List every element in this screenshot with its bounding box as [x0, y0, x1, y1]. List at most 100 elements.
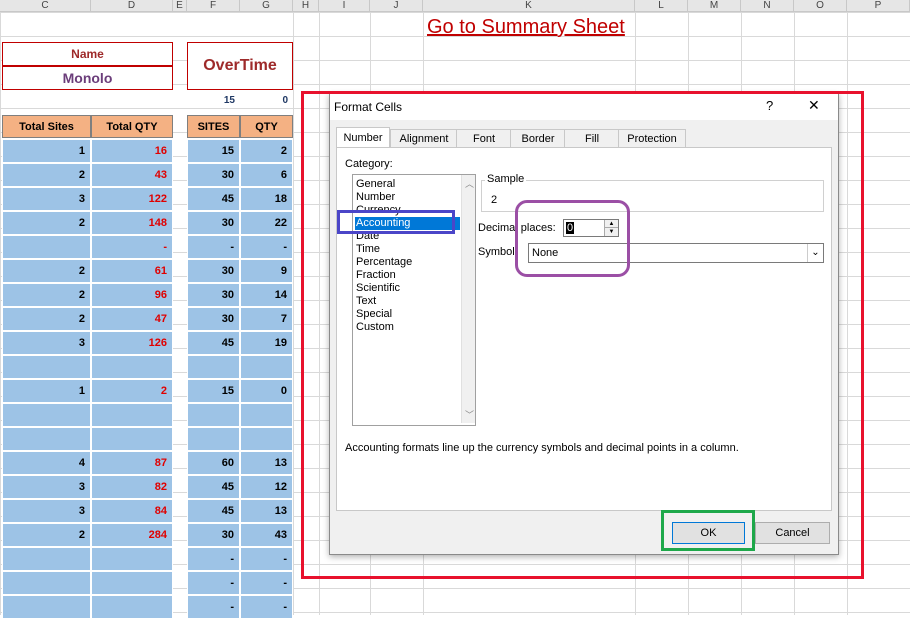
- total-qty-cell[interactable]: 43: [91, 163, 173, 187]
- qty-cell[interactable]: 22: [240, 211, 293, 235]
- total-sites-cell[interactable]: 2: [2, 163, 91, 187]
- total-qty-cell[interactable]: [91, 595, 173, 619]
- col-header-p[interactable]: P: [847, 0, 910, 12]
- sites-cell[interactable]: -: [187, 595, 240, 619]
- name-label[interactable]: Name: [2, 42, 173, 66]
- qty-cell[interactable]: 14: [240, 283, 293, 307]
- sites-cell[interactable]: [187, 355, 240, 379]
- total-sites-cell[interactable]: [2, 427, 91, 451]
- total-sites-cell[interactable]: [2, 403, 91, 427]
- total-qty-cell[interactable]: [91, 403, 173, 427]
- overtime-label[interactable]: OverTime: [187, 42, 293, 90]
- qty-cell[interactable]: [240, 427, 293, 451]
- total-qty-cell[interactable]: 122: [91, 187, 173, 211]
- qty-cell[interactable]: [240, 355, 293, 379]
- qty-cell[interactable]: 19: [240, 331, 293, 355]
- overtime-qty-total[interactable]: 0: [240, 90, 293, 114]
- total-qty-cell[interactable]: 87: [91, 451, 173, 475]
- col-header-f[interactable]: F: [187, 0, 240, 12]
- total-qty-cell[interactable]: 126: [91, 331, 173, 355]
- col-header-j[interactable]: J: [370, 0, 423, 12]
- sites-cell[interactable]: 30: [187, 211, 240, 235]
- total-qty-cell[interactable]: 16: [91, 139, 173, 163]
- qty-cell[interactable]: 12: [240, 475, 293, 499]
- total-qty-cell[interactable]: 47: [91, 307, 173, 331]
- qty-cell[interactable]: -: [240, 595, 293, 619]
- total-qty-cell[interactable]: 148: [91, 211, 173, 235]
- header-sites[interactable]: SITES: [187, 115, 240, 138]
- sites-cell[interactable]: 30: [187, 259, 240, 283]
- sites-cell[interactable]: 45: [187, 499, 240, 523]
- qty-cell[interactable]: -: [240, 235, 293, 259]
- qty-cell[interactable]: -: [240, 571, 293, 595]
- total-sites-cell[interactable]: 2: [2, 283, 91, 307]
- col-header-k[interactable]: K: [423, 0, 635, 12]
- qty-cell[interactable]: -: [240, 547, 293, 571]
- total-sites-cell[interactable]: 3: [2, 475, 91, 499]
- header-total-qty[interactable]: Total QTY: [91, 115, 173, 138]
- total-qty-cell[interactable]: -: [91, 235, 173, 259]
- qty-cell[interactable]: 18: [240, 187, 293, 211]
- qty-cell[interactable]: 2: [240, 139, 293, 163]
- col-header-h[interactable]: H: [293, 0, 319, 12]
- total-qty-cell[interactable]: [91, 547, 173, 571]
- total-qty-cell[interactable]: 84: [91, 499, 173, 523]
- col-header-g[interactable]: G: [240, 0, 293, 12]
- total-qty-cell[interactable]: 2: [91, 379, 173, 403]
- sites-cell[interactable]: -: [187, 235, 240, 259]
- qty-cell[interactable]: 13: [240, 499, 293, 523]
- total-sites-cell[interactable]: 3: [2, 499, 91, 523]
- sites-cell[interactable]: [187, 403, 240, 427]
- col-header-e[interactable]: E: [173, 0, 187, 12]
- qty-cell[interactable]: [240, 403, 293, 427]
- header-total-sites[interactable]: Total Sites: [2, 115, 91, 138]
- sites-cell[interactable]: 45: [187, 331, 240, 355]
- total-sites-cell[interactable]: [2, 595, 91, 619]
- total-sites-cell[interactable]: 1: [2, 139, 91, 163]
- total-qty-cell[interactable]: 61: [91, 259, 173, 283]
- total-qty-cell[interactable]: 284: [91, 523, 173, 547]
- qty-cell[interactable]: 0: [240, 379, 293, 403]
- total-qty-cell[interactable]: [91, 571, 173, 595]
- sites-cell[interactable]: 30: [187, 523, 240, 547]
- total-qty-cell[interactable]: 82: [91, 475, 173, 499]
- qty-cell[interactable]: 43: [240, 523, 293, 547]
- col-header-i[interactable]: I: [319, 0, 370, 12]
- header-qty[interactable]: QTY: [240, 115, 293, 138]
- sites-cell[interactable]: 30: [187, 307, 240, 331]
- total-sites-cell[interactable]: 3: [2, 187, 91, 211]
- name-value[interactable]: Monolo: [2, 66, 173, 90]
- qty-cell[interactable]: 7: [240, 307, 293, 331]
- sites-cell[interactable]: -: [187, 547, 240, 571]
- qty-cell[interactable]: 6: [240, 163, 293, 187]
- total-sites-cell[interactable]: 2: [2, 259, 91, 283]
- total-sites-cell[interactable]: 3: [2, 331, 91, 355]
- col-header-m[interactable]: M: [688, 0, 741, 12]
- overtime-sites-total[interactable]: 15: [187, 90, 240, 114]
- sites-cell[interactable]: 30: [187, 283, 240, 307]
- total-sites-cell[interactable]: 2: [2, 523, 91, 547]
- sites-cell[interactable]: 30: [187, 163, 240, 187]
- sites-cell[interactable]: 60: [187, 451, 240, 475]
- sites-cell[interactable]: 15: [187, 139, 240, 163]
- col-header-l[interactable]: L: [635, 0, 688, 12]
- total-qty-cell[interactable]: 96: [91, 283, 173, 307]
- total-qty-cell[interactable]: [91, 355, 173, 379]
- total-sites-cell[interactable]: [2, 571, 91, 595]
- col-header-o[interactable]: O: [794, 0, 847, 12]
- sites-cell[interactable]: 45: [187, 187, 240, 211]
- sites-cell[interactable]: -: [187, 571, 240, 595]
- sites-cell[interactable]: 45: [187, 475, 240, 499]
- total-sites-cell[interactable]: [2, 547, 91, 571]
- sites-cell[interactable]: [187, 427, 240, 451]
- qty-cell[interactable]: 9: [240, 259, 293, 283]
- summary-sheet-link[interactable]: Go to Summary Sheet: [427, 16, 625, 39]
- total-sites-cell[interactable]: [2, 355, 91, 379]
- total-sites-cell[interactable]: 1: [2, 379, 91, 403]
- col-header-d[interactable]: D: [91, 0, 173, 12]
- total-sites-cell[interactable]: 2: [2, 307, 91, 331]
- total-sites-cell[interactable]: 4: [2, 451, 91, 475]
- qty-cell[interactable]: 13: [240, 451, 293, 475]
- total-sites-cell[interactable]: 2: [2, 211, 91, 235]
- col-header-n[interactable]: N: [741, 0, 794, 12]
